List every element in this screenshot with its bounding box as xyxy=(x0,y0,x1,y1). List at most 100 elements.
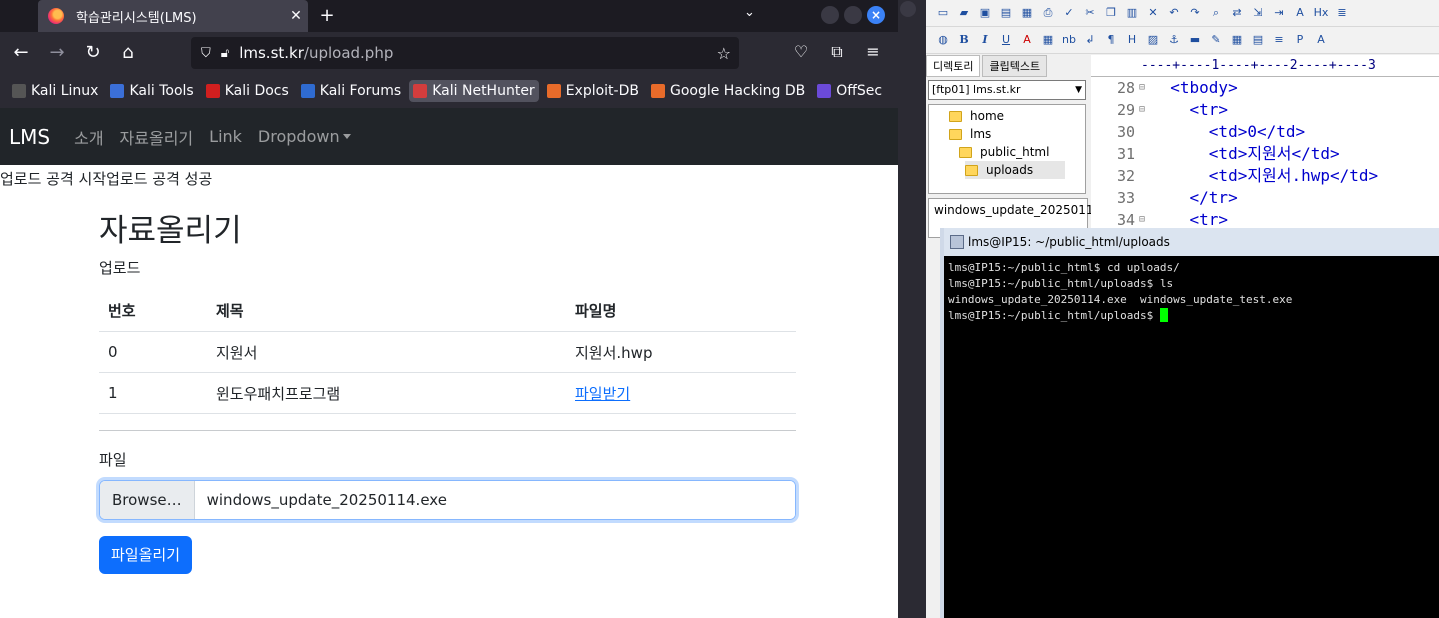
bookmark-kali-linux[interactable]: Kali Linux xyxy=(8,80,102,102)
site-navbar: LMS 소개 자료올리기 Link Dropdown xyxy=(0,108,898,165)
paragraph-icon[interactable]: ¶ xyxy=(1102,31,1120,49)
anchor-icon[interactable]: ⚓ xyxy=(1165,31,1183,49)
paste-icon[interactable]: ▥ xyxy=(1123,4,1141,22)
terminal-title-bar[interactable]: lms@IP15: ~/public_html/uploads xyxy=(944,228,1439,256)
shield-icon[interactable]: ⛉ xyxy=(201,46,211,61)
heading-icon[interactable]: H xyxy=(1123,31,1141,49)
file-list-item[interactable]: windows_update_20250114 xyxy=(934,203,1101,217)
bookmark-kali-tools[interactable]: Kali Tools xyxy=(106,80,197,102)
file-input[interactable]: Browse… windows_update_20250114.exe xyxy=(99,480,796,520)
download-link[interactable]: 파일받기 xyxy=(575,385,630,403)
nav-link-upload[interactable]: 자료올리기 xyxy=(120,125,194,149)
extensions-icon[interactable]: ⧉ xyxy=(825,42,849,62)
new-tab-button[interactable]: + xyxy=(316,5,338,26)
image-icon[interactable]: ▨ xyxy=(1144,31,1162,49)
tree-item-home[interactable]: home xyxy=(949,107,1004,125)
bookmark-kali-nethunter[interactable]: Kali NetHunter xyxy=(409,80,539,102)
list-tabs-icon[interactable]: ⌄ xyxy=(744,5,755,20)
tab-cliptext[interactable]: 클립텍스트 xyxy=(982,55,1048,77)
back-button[interactable]: ← xyxy=(9,42,33,64)
form-icon[interactable]: ▤ xyxy=(1249,31,1267,49)
pocket-icon[interactable]: ♡ xyxy=(789,42,813,61)
table-icon[interactable]: ▦ xyxy=(1228,31,1246,49)
browse-button[interactable]: Browse… xyxy=(100,481,195,519)
copy-icon[interactable]: ❐ xyxy=(1102,4,1120,22)
spellcheck-icon[interactable]: ✓ xyxy=(1060,4,1078,22)
forward-button[interactable]: → xyxy=(45,42,69,64)
delete-icon[interactable]: ✕ xyxy=(1144,4,1162,22)
undo-icon[interactable]: ↶ xyxy=(1165,4,1183,22)
lock-icon[interactable]: 🔓︎ xyxy=(221,46,229,61)
terminal-title: lms@IP15: ~/public_html/uploads xyxy=(968,235,1170,249)
url-text[interactable]: lms.st.kr/upload.php xyxy=(239,44,716,62)
reload-button[interactable]: ↻ xyxy=(81,42,105,64)
hr-icon[interactable]: ▬ xyxy=(1186,31,1204,49)
goto-icon[interactable]: ⇲ xyxy=(1249,4,1267,22)
close-tab-icon[interactable]: ✕ xyxy=(284,8,308,24)
offsec-icon xyxy=(817,84,832,98)
nav-link-about[interactable]: 소개 xyxy=(74,125,103,149)
font-icon[interactable]: A xyxy=(1312,31,1330,49)
bookmark-kali-forums[interactable]: Kali Forums xyxy=(297,80,405,102)
nethunter-icon xyxy=(413,84,428,98)
menu-icon[interactable]: ≡ xyxy=(861,42,885,61)
terminal-output[interactable]: lms@IP15:~/public_html$ cd uploads/lms@I… xyxy=(944,256,1439,328)
cell-number: 1 xyxy=(99,372,207,414)
italic-icon[interactable]: I xyxy=(976,31,994,49)
wordwrap-icon[interactable]: ≣ xyxy=(1333,4,1351,22)
editor-toolbar-1: ▭ ▰ ▣ ▤ ▦ ⎙ ✓ ✂ ❐ ▥ ✕ ↶ ↷ ⌕ ⇄ ⇲ ⇥ A Hx ≣ xyxy=(926,0,1439,27)
tab-directory[interactable]: 디렉토리 xyxy=(926,55,981,77)
upload-button[interactable]: 파일올리기 xyxy=(99,536,193,574)
font-size-icon[interactable]: A xyxy=(1291,4,1309,22)
find-icon[interactable]: ⌕ xyxy=(1207,4,1225,22)
color-grid-icon[interactable]: ▦ xyxy=(1039,31,1057,49)
bookmark-exploit-db[interactable]: Exploit-DB xyxy=(543,80,643,102)
replace-icon[interactable]: ⇄ xyxy=(1228,4,1246,22)
indent-icon[interactable]: ⇥ xyxy=(1270,4,1288,22)
pre-icon[interactable]: P xyxy=(1291,31,1309,49)
site-brand[interactable]: LMS xyxy=(9,125,50,149)
bold-icon[interactable]: B xyxy=(955,31,973,49)
nbsp-icon[interactable]: nb xyxy=(1060,31,1078,49)
comment-icon[interactable]: ✎ xyxy=(1207,31,1225,49)
bookmark-google-hacking-db[interactable]: Google Hacking DB xyxy=(647,80,809,102)
tree-item-public-html[interactable]: public_html xyxy=(959,143,1049,161)
window-control-icon[interactable] xyxy=(900,1,916,17)
fold-icon: ⊟ xyxy=(1139,104,1146,115)
home-icon[interactable]: ⌂ xyxy=(116,42,140,64)
center-icon[interactable]: ≡ xyxy=(1270,31,1288,49)
ftp-site-select[interactable]: [ftp01] lms.st.kr ▼ xyxy=(928,80,1086,100)
browser-icon[interactable]: ◍ xyxy=(934,31,952,49)
maximize-button[interactable] xyxy=(844,6,862,24)
underline-icon[interactable]: U xyxy=(997,31,1015,49)
tree-item-uploads[interactable]: uploads xyxy=(965,161,1065,179)
close-window-button[interactable]: × xyxy=(867,6,885,24)
nav-dropdown[interactable]: Dropdown xyxy=(258,127,351,146)
open-folder-icon[interactable]: ▰ xyxy=(955,4,973,22)
nav-link-link[interactable]: Link xyxy=(209,127,242,146)
selected-file-name[interactable]: windows_update_20250114.exe xyxy=(194,481,795,519)
print-icon[interactable]: ⎙ xyxy=(1039,4,1057,22)
bookmark-offsec[interactable]: OffSec xyxy=(813,80,886,102)
url-bar[interactable]: ⛉ 🔓︎ lms.st.kr/upload.php ☆ xyxy=(191,37,739,69)
terminal-window[interactable]: lms@IP15: ~/public_html/uploads lms@IP15… xyxy=(940,228,1439,618)
line-break-icon[interactable]: ↲ xyxy=(1081,31,1099,49)
new-file-icon[interactable]: ▭ xyxy=(934,4,952,22)
kali-docs-icon xyxy=(205,84,220,98)
save-all-icon[interactable]: ▤ xyxy=(997,4,1015,22)
tree-item-lms[interactable]: lms xyxy=(949,125,991,143)
page-subtitle: 업로드 xyxy=(99,259,141,277)
save-icon[interactable]: ▣ xyxy=(976,4,994,22)
bookmark-star-icon[interactable]: ☆ xyxy=(717,44,731,63)
browser-tab[interactable]: 학습관리시스템(LMS) ✕ xyxy=(38,0,308,32)
font-color-icon[interactable]: A xyxy=(1018,31,1036,49)
minimize-button[interactable] xyxy=(821,6,839,24)
cut-icon[interactable]: ✂ xyxy=(1081,4,1099,22)
redo-icon[interactable]: ↷ xyxy=(1186,4,1204,22)
bookmark-kali-docs[interactable]: Kali Docs xyxy=(202,80,293,102)
print-preview-icon[interactable]: ▦ xyxy=(1018,4,1036,22)
code-view[interactable]: 28 ⊟ <tbody> 29 ⊟ <tr> 30 <td>0</td> 31 <t… xyxy=(1091,77,1439,237)
directory-tree: home lms public_html uploads xyxy=(928,104,1086,194)
browser-window: 학습관리시스템(LMS) ✕ + ⌄ × ← → ↻ ⌂ ⛉ 🔓︎ lms.st… xyxy=(0,0,898,618)
hex-icon[interactable]: Hx xyxy=(1312,4,1330,22)
